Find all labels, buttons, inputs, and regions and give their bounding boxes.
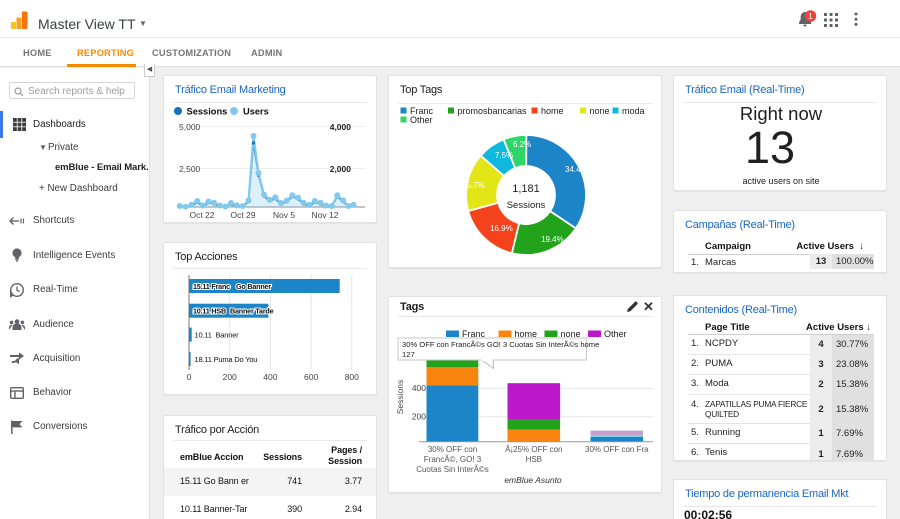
svg-text:Â¡25% OFF con: Â¡25% OFF con — [505, 445, 562, 454]
svg-text:home: home — [541, 106, 564, 116]
svg-text:1,181: 1,181 — [512, 183, 540, 195]
svg-text:16.9%: 16.9% — [490, 224, 513, 233]
svg-text:1: 1 — [808, 11, 813, 21]
svg-text:5,000: 5,000 — [179, 122, 201, 132]
svg-text:4,000: 4,000 — [330, 122, 352, 132]
svg-text:800: 800 — [345, 372, 359, 382]
svg-text:promosbancarias: promosbancarias — [458, 106, 528, 116]
svg-text:Other: Other — [410, 115, 433, 125]
svg-text:Banner Tarde: Banner Tarde — [230, 307, 274, 316]
svg-text:2,500: 2,500 — [179, 164, 201, 174]
svg-text:0: 0 — [187, 372, 192, 382]
svg-text:Sessions: Sessions — [507, 200, 546, 211]
svg-text:600: 600 — [304, 372, 318, 382]
svg-text:7.5%: 7.5% — [495, 151, 513, 160]
svg-text:Cuotas Sin InterÃ©s: Cuotas Sin InterÃ©s — [416, 465, 489, 474]
svg-text:30% OFF con FrancÃ©s GO! 3 Cuo: 30% OFF con FrancÃ©s GO! 3 Cuotas Sin In… — [402, 340, 599, 349]
svg-text:emBlue Asunto: emBlue Asunto — [504, 475, 562, 485]
svg-text:400: 400 — [412, 383, 426, 393]
svg-text:15.11 Franc: 15.11 Franc — [193, 282, 230, 291]
svg-text:10.11 HSB: 10.11 HSB — [193, 307, 226, 316]
svg-text:10.11 Banner: 10.11 Banner — [195, 331, 240, 340]
svg-text:Nov 5: Nov 5 — [273, 210, 295, 220]
svg-text:none: none — [590, 106, 610, 116]
svg-text:Go Banner: Go Banner — [236, 282, 271, 291]
svg-text:Sessions: Sessions — [395, 380, 405, 415]
svg-text:Users: Users — [243, 107, 269, 117]
svg-text:moda: moda — [622, 106, 645, 116]
svg-text:HSB: HSB — [526, 455, 542, 464]
svg-text:Oct 29: Oct 29 — [230, 210, 255, 220]
svg-text:2,000: 2,000 — [330, 164, 352, 174]
svg-text:200: 200 — [412, 412, 426, 422]
svg-text:34.4%: 34.4% — [565, 165, 588, 174]
svg-text:Sessions: Sessions — [187, 107, 228, 117]
svg-text:6.2%: 6.2% — [513, 140, 531, 149]
svg-text:127: 127 — [402, 350, 415, 359]
svg-text:30% OFF con: 30% OFF con — [428, 445, 477, 454]
svg-text:Other: Other — [604, 329, 627, 339]
svg-text:Nov 12: Nov 12 — [312, 210, 339, 220]
svg-text:Oct 22: Oct 22 — [189, 210, 214, 220]
svg-text:19.4%: 19.4% — [541, 235, 564, 244]
svg-text:200: 200 — [223, 372, 237, 382]
svg-text:30% OFF con Fra: 30% OFF con Fra — [585, 445, 649, 454]
svg-text:18.11 Puma Do You: 18.11 Puma Do You — [195, 355, 258, 364]
svg-text:15.7%: 15.7% — [462, 181, 485, 190]
svg-text:FrancÃ©, GO! 3: FrancÃ©, GO! 3 — [424, 455, 482, 464]
svg-text:400: 400 — [263, 372, 277, 382]
